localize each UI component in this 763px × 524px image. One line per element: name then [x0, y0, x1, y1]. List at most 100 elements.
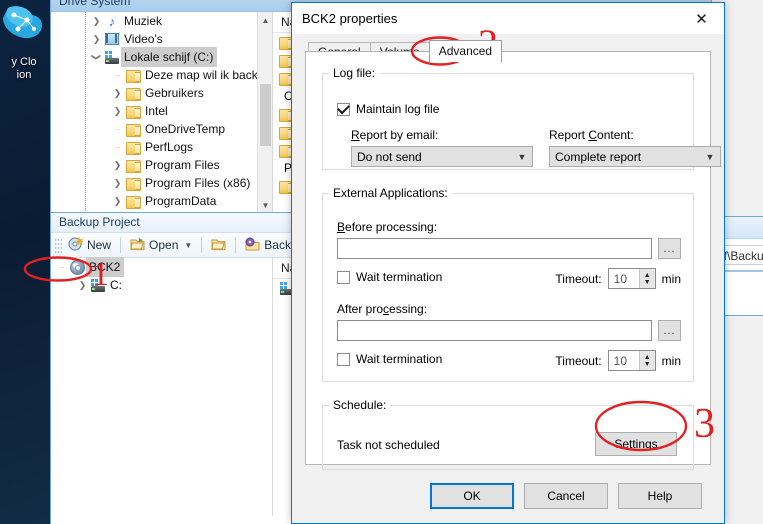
screen-root: y Clo ion Drive System ❯ ♪ Muziek ❯ Video's ❯… — [0, 0, 763, 524]
open-recent-icon — [211, 237, 226, 254]
tree-item-programdata[interactable]: ❯ ProgramData — [51, 192, 272, 210]
maintain-log-file-checkbox-row[interactable]: Maintain log file — [337, 102, 439, 116]
folder-icon — [125, 69, 141, 83]
log-file-group: Log file: Maintain log file Report by em… — [322, 66, 721, 170]
advanced-tab-page: Log file: Maintain log file Report by em… — [305, 51, 721, 470]
chevron-down-icon[interactable]: ▼ — [184, 241, 192, 250]
new-button[interactable]: New — [62, 235, 117, 256]
before-wait-termination-row[interactable]: Wait termination — [337, 270, 442, 284]
report-content-value: Complete report — [555, 149, 642, 164]
tree-item-intel[interactable]: ❯ Intel — [51, 102, 272, 120]
tree-item-perflogs[interactable]: ·· PerfLogs — [51, 138, 272, 156]
before-wait-termination-checkbox[interactable] — [337, 270, 350, 284]
chevron-right-icon[interactable]: ❯ — [90, 12, 103, 30]
new-button-label: New — [87, 238, 112, 252]
after-timeout-value[interactable]: 10 — [609, 354, 639, 368]
chevron-right-icon[interactable]: ❯ — [111, 156, 124, 174]
tree-item-label: PerfLogs — [145, 140, 194, 154]
help-button[interactable]: Help — [618, 483, 702, 509]
chevron-right-icon[interactable]: ❯ — [111, 84, 124, 102]
scroll-down-icon[interactable]: ▼ — [258, 197, 272, 213]
annotation-number-1: 1 — [92, 256, 109, 293]
tree-item-label: C: — [110, 278, 122, 292]
ok-button[interactable]: OK — [430, 483, 514, 509]
before-processing-label: Before processing: — [337, 220, 438, 234]
before-timeout-row: Timeout: 10 ▲ ▼ min — [555, 268, 681, 289]
report-by-email-combo[interactable]: Do not send ▼ — [351, 146, 533, 167]
log-file-legend: Log file: — [333, 66, 376, 80]
after-processing-input[interactable] — [337, 320, 652, 341]
before-timeout-spin-buttons[interactable]: ▲ ▼ — [638, 269, 655, 288]
tree-item-program-files-x86[interactable]: ❯ Program Files (x86) — [51, 174, 272, 192]
report-by-email-value: Do not send — [357, 149, 422, 164]
project-tree-pane[interactable]: ·· BCK2 ❯ C: — [51, 257, 273, 523]
tree-item-label: Video's — [124, 32, 163, 46]
scroll-up-icon[interactable]: ▲ — [258, 12, 272, 28]
scroll-thumb[interactable] — [260, 84, 271, 146]
chevron-down-icon[interactable]: ▼ — [702, 152, 718, 162]
chevron-down-icon[interactable]: ❯ — [88, 51, 106, 64]
tree-item-bck2[interactable]: ·· BCK2 — [51, 257, 272, 277]
before-timeout-label: Timeout: — [555, 271, 602, 286]
chevron-right-icon[interactable]: ❯ — [111, 174, 124, 192]
report-content-combo[interactable]: Complete report ▼ — [549, 146, 721, 167]
tree-item-onedrivetemp[interactable]: ·· OneDriveTemp — [51, 120, 272, 138]
after-timeout-row: Timeout: 10 ▲ ▼ min — [555, 350, 681, 371]
toolbar-separator — [120, 237, 122, 253]
report-by-email-field: Report by email: Do not send ▼ — [351, 128, 533, 167]
chevron-down-icon[interactable]: ▼ — [514, 152, 530, 162]
dialog-action-buttons: OK Cancel Help — [292, 483, 724, 509]
tree-scrollbar[interactable]: ▲ ▼ — [257, 12, 272, 213]
before-timeout-stepper[interactable]: 10 ▲ ▼ — [607, 268, 656, 289]
folder-icon — [125, 159, 141, 173]
after-processing-browse-button[interactable]: ... — [658, 320, 681, 341]
cancel-button[interactable]: Cancel — [524, 483, 608, 509]
drive-icon — [104, 50, 120, 64]
before-processing-input[interactable] — [337, 238, 652, 259]
after-wait-termination-checkbox[interactable] — [337, 352, 350, 366]
tree-item-program-files[interactable]: ❯ Program Files — [51, 156, 272, 174]
tree-item-label: Program Files (x86) — [145, 176, 251, 190]
after-timeout-stepper[interactable]: 10 ▲ ▼ — [607, 350, 656, 371]
open-button[interactable]: Open ▼ — [124, 235, 198, 256]
toolbar-grip[interactable] — [55, 237, 62, 253]
dialog-titlebar[interactable]: BCK2 properties ✕ — [292, 3, 724, 34]
after-timeout-spin-buttons[interactable]: ▲ ▼ — [638, 351, 655, 370]
dialog-title: BCK2 properties — [302, 11, 398, 26]
close-icon[interactable]: ✕ — [679, 3, 724, 34]
new-project-icon — [68, 236, 85, 254]
tree-item-lokale-schijf-c[interactable]: ❯ Lokale schijf (C:) — [51, 47, 272, 67]
tab-advanced[interactable]: Advanced — [428, 40, 503, 62]
folder-tree-pane[interactable]: ❯ ♪ Muziek ❯ Video's ❯ Lokale schijf (C:) ·· Dez… — [51, 12, 273, 213]
tree-item-gebruikers[interactable]: ❯ Gebruikers — [51, 84, 272, 102]
after-wait-termination-row[interactable]: Wait termination — [337, 352, 442, 366]
project-tree[interactable]: ·· BCK2 ❯ C: — [51, 257, 272, 294]
after-timeout-label: Timeout: — [555, 353, 602, 368]
maintain-log-file-checkbox[interactable] — [337, 102, 350, 116]
desktop-icon-label-line2: ion — [16, 69, 32, 81]
folder-tree[interactable]: ❯ ♪ Muziek ❯ Video's ❯ Lokale schijf (C:) ·· Dez… — [51, 12, 272, 210]
cloud-network-icon[interactable] — [0, 2, 48, 56]
chevron-right-icon[interactable]: ❯ — [90, 30, 103, 48]
open-recent-button[interactable] — [205, 235, 232, 256]
folder-icon — [125, 195, 141, 209]
schedule-settings-button[interactable]: Settings — [595, 432, 677, 456]
folder-icon — [125, 177, 141, 191]
external-applications-group: External Applications: Before processing… — [322, 186, 694, 382]
chevron-right-icon[interactable]: ❯ — [76, 276, 89, 294]
tree-item-deze-map-wil-ik-backuppen[interactable]: ·· Deze map wil ik backuppen — [51, 66, 272, 84]
before-timeout-value[interactable]: 10 — [609, 272, 639, 286]
tree-item-label: Program Files — [145, 158, 220, 172]
tree-item-c[interactable]: ❯ C: — [51, 276, 272, 294]
folder-icon — [125, 141, 141, 155]
open-button-label: Open — [149, 238, 179, 252]
chevron-right-icon[interactable]: ❯ — [111, 192, 124, 210]
tree-item-muziek[interactable]: ❯ ♪ Muziek — [51, 12, 272, 30]
desktop-icon-label-line1: y Clo — [11, 56, 37, 68]
before-processing-browse-button[interactable]: ... — [658, 238, 681, 259]
tree-item-label: ProgramData — [145, 194, 217, 208]
bck2-properties-dialog: BCK2 properties ✕ General Volume Advance… — [291, 2, 725, 524]
chevron-right-icon[interactable]: ❯ — [111, 102, 124, 120]
tree-item-video-s[interactable]: ❯ Video's — [51, 30, 272, 48]
toolbar-separator — [235, 237, 237, 253]
